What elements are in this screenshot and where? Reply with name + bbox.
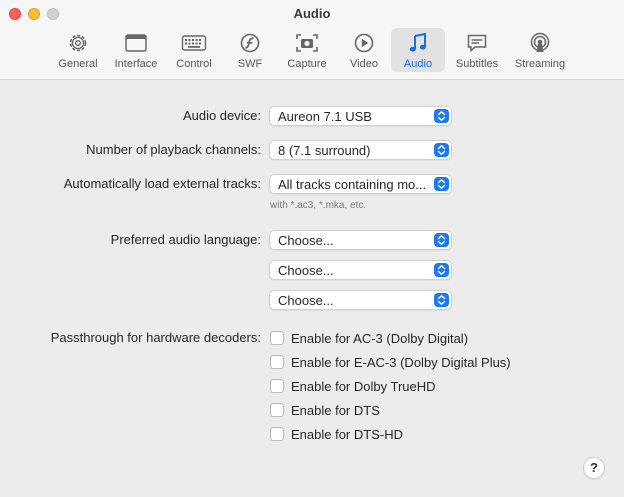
passthrough-truehd-row[interactable]: Enable for Dolby TrueHD xyxy=(270,377,436,395)
select-value: 8 (7.1 surround) xyxy=(278,143,371,158)
select-value: All tracks containing mo... xyxy=(278,177,427,192)
tab-streaming[interactable]: Streaming xyxy=(510,28,570,72)
tab-subtitles[interactable]: Subtitles xyxy=(450,28,504,72)
preferred-language-select-3[interactable]: Choose... xyxy=(269,290,452,310)
tab-label: SWF xyxy=(237,58,263,70)
titlebar: Audio General Interface Control SWF Capt… xyxy=(0,0,624,80)
external-tracks-select[interactable]: All tracks containing mo... xyxy=(269,174,452,194)
checkbox-label: Enable for DTS-HD xyxy=(291,426,403,442)
updown-chevron-icon xyxy=(434,293,449,307)
updown-chevron-icon xyxy=(434,263,449,277)
passthrough-dts-row[interactable]: Enable for DTS xyxy=(270,401,380,419)
camera-icon xyxy=(295,31,319,55)
playback-channels-label: Number of playback channels: xyxy=(86,142,261,157)
passthrough-ac3-row[interactable]: Enable for AC-3 (Dolby Digital) xyxy=(270,329,468,347)
tab-interface[interactable]: Interface xyxy=(108,28,164,72)
tab-label: Capture xyxy=(287,58,327,70)
audio-settings-panel: Audio device: Aureon 7.1 USB Number of p… xyxy=(0,80,624,497)
preferred-language-select-1[interactable]: Choose... xyxy=(269,230,452,250)
tab-label: Streaming xyxy=(514,58,566,70)
play-icon xyxy=(353,31,375,55)
tab-label: Interface xyxy=(114,58,158,70)
gear-icon xyxy=(67,31,89,55)
select-value: Choose... xyxy=(278,263,334,278)
tab-capture[interactable]: Capture xyxy=(282,28,332,72)
tab-label: Control xyxy=(176,58,212,70)
passthrough-eac3-row[interactable]: Enable for E-AC-3 (Dolby Digital Plus) xyxy=(270,353,511,371)
audio-device-select[interactable]: Aureon 7.1 USB xyxy=(269,106,452,126)
playback-channels-select[interactable]: 8 (7.1 surround) xyxy=(269,140,452,160)
flash-icon xyxy=(239,31,261,55)
tab-general[interactable]: General xyxy=(52,28,104,72)
select-value: Choose... xyxy=(278,293,334,308)
preferences-window: Audio General Interface Control SWF Capt… xyxy=(0,0,624,497)
tab-label: Video xyxy=(350,58,378,70)
tab-audio[interactable]: Audio xyxy=(391,28,445,72)
keyboard-icon xyxy=(181,31,207,55)
updown-chevron-icon xyxy=(434,177,449,191)
audio-device-label: Audio device: xyxy=(182,108,261,123)
passthrough-label: Passthrough for hardware decoders: xyxy=(50,330,261,345)
external-tracks-label: Automatically load external tracks: xyxy=(63,176,261,191)
checkbox-label: Enable for E-AC-3 (Dolby Digital Plus) xyxy=(291,354,511,370)
external-tracks-hint: with *.ac3, *.mka, etc. xyxy=(270,200,367,211)
preferences-toolbar: General Interface Control SWF Capture Vi… xyxy=(0,28,624,74)
checkbox-label: Enable for DTS xyxy=(291,402,380,418)
tab-label: General xyxy=(58,58,98,70)
passthrough-dtshd-checkbox[interactable] xyxy=(270,427,284,441)
tab-swf[interactable]: SWF xyxy=(228,28,272,72)
window-icon xyxy=(124,31,148,55)
music-note-icon xyxy=(408,31,428,55)
help-button[interactable]: ? xyxy=(583,457,605,479)
tab-control[interactable]: Control xyxy=(168,28,220,72)
select-value: Aureon 7.1 USB xyxy=(278,109,372,124)
passthrough-truehd-checkbox[interactable] xyxy=(270,379,284,393)
passthrough-ac3-checkbox[interactable] xyxy=(270,331,284,345)
passthrough-dtshd-row[interactable]: Enable for DTS-HD xyxy=(270,425,403,443)
window-title: Audio xyxy=(293,6,331,21)
updown-chevron-icon xyxy=(434,233,449,247)
tab-label: Subtitles xyxy=(455,58,499,70)
tab-video[interactable]: Video xyxy=(342,28,386,72)
passthrough-eac3-checkbox[interactable] xyxy=(270,355,284,369)
broadcast-icon xyxy=(529,31,551,55)
updown-chevron-icon xyxy=(434,109,449,123)
checkbox-label: Enable for AC-3 (Dolby Digital) xyxy=(291,330,469,346)
passthrough-dts-checkbox[interactable] xyxy=(270,403,284,417)
checkbox-label: Enable for Dolby TrueHD xyxy=(291,378,436,394)
tab-label: Audio xyxy=(403,58,433,70)
subtitles-icon xyxy=(466,31,488,55)
preferred-language-label: Preferred audio language: xyxy=(110,232,261,247)
updown-chevron-icon xyxy=(434,143,449,157)
select-value: Choose... xyxy=(278,233,334,248)
preferred-language-select-2[interactable]: Choose... xyxy=(269,260,452,280)
